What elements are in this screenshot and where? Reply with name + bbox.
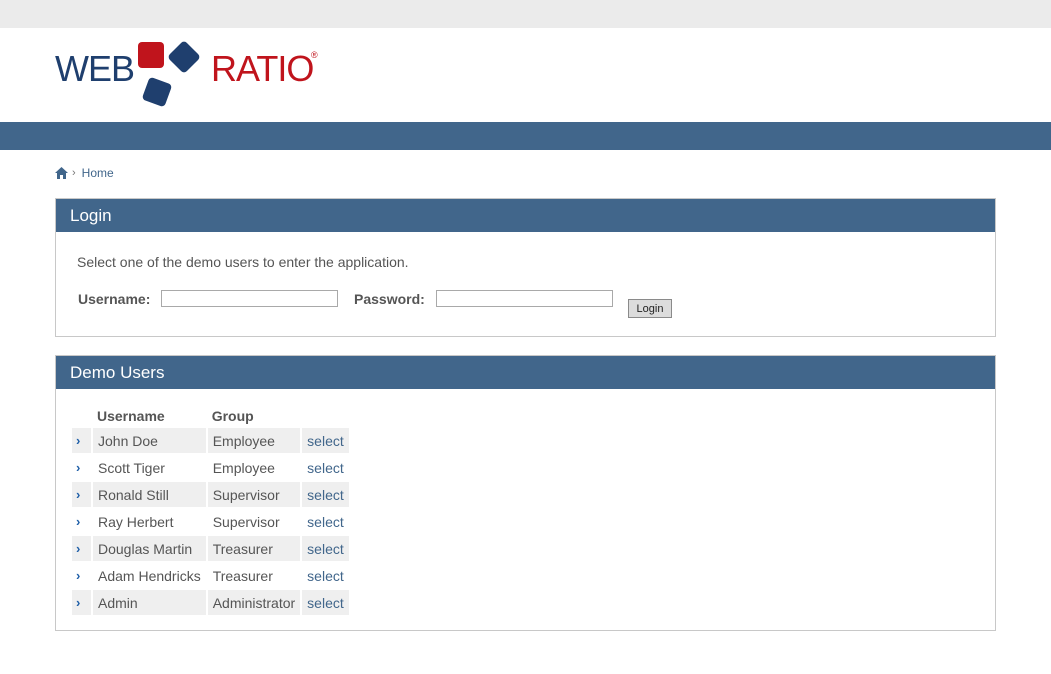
login-button[interactable]: Login: [628, 299, 672, 318]
column-header-group: Group: [211, 407, 254, 424]
password-input[interactable]: [436, 290, 613, 307]
select-user-link[interactable]: select: [302, 563, 349, 588]
row-arrow-icon[interactable]: ›: [72, 428, 91, 453]
row-group: Employee: [212, 459, 275, 476]
row-arrow-icon[interactable]: ›: [72, 482, 91, 507]
row-group: Treasurer: [212, 567, 273, 584]
column-header-username: Username: [97, 407, 165, 424]
row-group: Supervisor: [207, 482, 301, 507]
username-label: Username:: [78, 291, 151, 307]
row-arrow-icon[interactable]: ›: [72, 509, 91, 534]
table-row: › Scott Tiger Employee select: [72, 455, 349, 480]
logo-word-web: WEB: [55, 48, 135, 89]
demo-users-panel: Demo Users Username Group › John Doe Emp…: [55, 355, 996, 631]
table-row: › John Doe Employee select: [72, 428, 349, 453]
select-user-link[interactable]: select: [302, 536, 349, 561]
login-panel-title: Login: [56, 199, 995, 232]
breadcrumb-home-link[interactable]: Home: [82, 166, 114, 180]
table-row: › Ronald Still Supervisor select: [72, 482, 349, 507]
row-arrow-icon[interactable]: ›: [72, 563, 91, 588]
row-username: Douglas Martin: [93, 536, 206, 561]
top-strip: [0, 0, 1051, 28]
row-arrow-icon[interactable]: ›: [72, 455, 91, 480]
row-arrow-icon[interactable]: ›: [72, 590, 91, 615]
table-row: › Admin Administrator select: [72, 590, 349, 615]
column-header-spacer: [72, 405, 91, 426]
logo-registered-mark: ®: [311, 50, 318, 60]
select-user-link[interactable]: select: [302, 455, 349, 480]
row-username: Ronald Still: [93, 482, 206, 507]
table-row: › Adam Hendricks Treasurer select: [72, 563, 349, 588]
demo-users-table: Username Group › John Doe Employee selec…: [70, 403, 351, 617]
logo-squares-icon: [138, 41, 200, 107]
login-panel: Login Select one of the demo users to en…: [55, 198, 996, 337]
row-group: Employee: [207, 428, 301, 453]
row-group: Supervisor: [212, 513, 280, 530]
breadcrumb-separator: ›: [72, 167, 76, 179]
row-username: Adam Hendricks: [98, 567, 201, 584]
row-group: Administrator: [207, 590, 301, 615]
select-user-link[interactable]: select: [302, 509, 349, 534]
row-arrow-icon[interactable]: ›: [72, 536, 91, 561]
nav-bar: [0, 122, 1051, 150]
table-row: › Ray Herbert Supervisor select: [72, 509, 349, 534]
webratio-logo: WEB RATIO ®: [55, 40, 335, 110]
row-username: John Doe: [93, 428, 206, 453]
logo-word-ratio: RATIO: [211, 48, 314, 89]
username-input[interactable]: [161, 290, 338, 307]
table-row: › Douglas Martin Treasurer select: [72, 536, 349, 561]
row-group: Treasurer: [207, 536, 301, 561]
breadcrumb: › Home: [55, 166, 114, 180]
select-user-link[interactable]: select: [302, 590, 349, 615]
password-label: Password:: [354, 291, 425, 307]
column-header-action: [302, 405, 349, 426]
row-username: Scott Tiger: [98, 459, 165, 476]
select-user-link[interactable]: select: [302, 428, 349, 453]
demo-users-panel-title: Demo Users: [56, 356, 995, 389]
row-username: Ray Herbert: [98, 513, 174, 530]
login-instructions: Select one of the demo users to enter th…: [77, 254, 409, 270]
select-user-link[interactable]: select: [302, 482, 349, 507]
home-icon[interactable]: [55, 167, 68, 179]
row-username: Admin: [93, 590, 206, 615]
